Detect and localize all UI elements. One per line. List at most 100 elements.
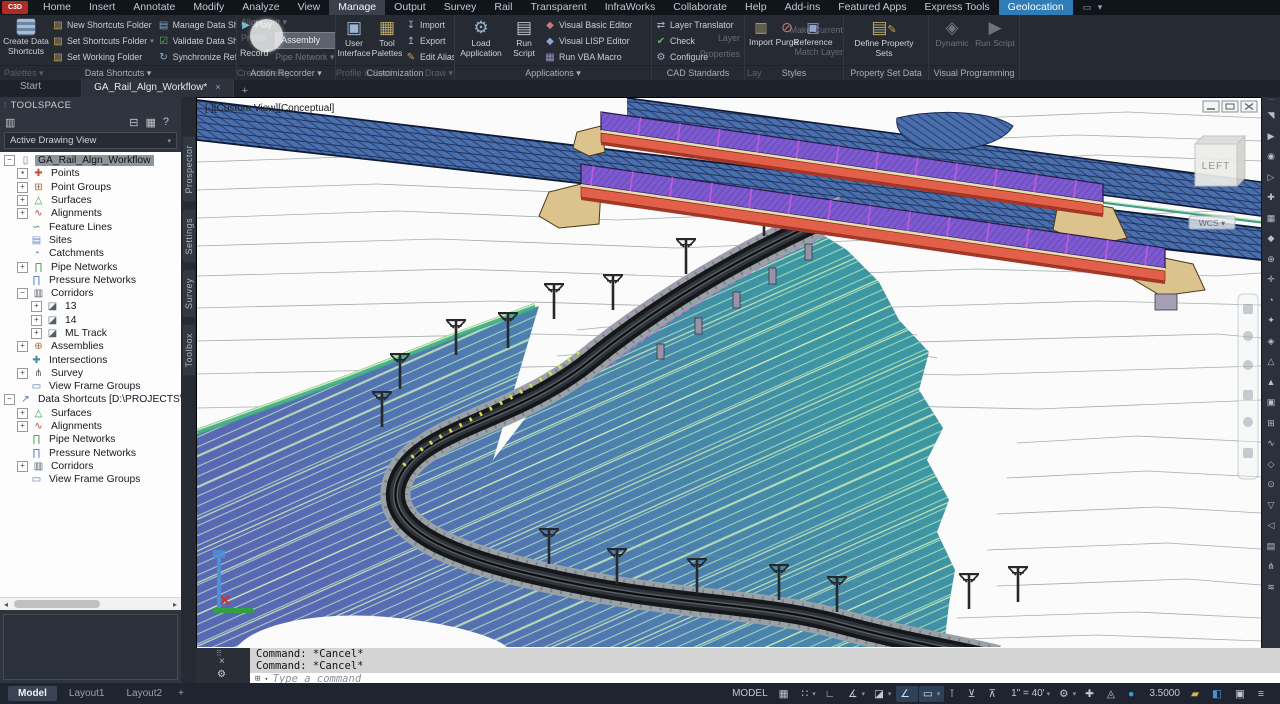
tree-expander[interactable] bbox=[17, 249, 26, 258]
ribbon-button[interactable]: ✔ Check bbox=[655, 33, 737, 49]
status-toggle[interactable]: ⊼ bbox=[984, 686, 1004, 702]
ribbon-tab[interactable]: Analyze bbox=[233, 0, 288, 16]
tree-item[interactable]: ◔ Catchments bbox=[0, 247, 181, 260]
ribbon-tab[interactable]: Geolocation bbox=[999, 0, 1073, 16]
navigation-bar[interactable] bbox=[1238, 294, 1258, 479]
status-toggle[interactable]: ▣ bbox=[1231, 686, 1253, 702]
scrollbar-thumb[interactable] bbox=[14, 600, 100, 608]
tree-item[interactable]: ∏ Pressure Networks bbox=[0, 274, 181, 287]
view-selector-dropdown[interactable]: Active Drawing View ▾ bbox=[4, 132, 177, 149]
transparent-command-icon[interactable]: ▽ bbox=[1268, 495, 1275, 516]
tree-item[interactable]: ∏ Pipe Networks bbox=[0, 433, 181, 446]
status-toggle[interactable]: 3.5000 bbox=[1143, 686, 1186, 701]
transparent-command-icon[interactable]: △ bbox=[1268, 351, 1275, 372]
toolspace-tab[interactable]: Prospector bbox=[183, 137, 195, 202]
status-toggle[interactable]: ◧ bbox=[1208, 686, 1230, 702]
tree-item[interactable]: + ⊕ Assemblies bbox=[0, 340, 181, 353]
tree-expander[interactable]: + bbox=[17, 182, 28, 193]
item-view-icon[interactable]: ⊟ bbox=[129, 116, 138, 129]
tree-expander[interactable]: + bbox=[31, 301, 42, 312]
tree-expander[interactable]: − bbox=[17, 288, 28, 299]
ribbon-button[interactable]: ◆ Visual LISP Editor bbox=[544, 33, 635, 49]
panorama-icon[interactable]: ▦ bbox=[145, 116, 155, 129]
status-toggle[interactable]: ◬ bbox=[1103, 686, 1123, 702]
transparent-command-icon[interactable]: ∿ bbox=[1267, 433, 1275, 454]
infocenter-icon[interactable]: ▭ ▾ bbox=[1083, 2, 1105, 13]
transparent-command-icon[interactable]: ◆ bbox=[1268, 228, 1275, 249]
transparent-command-icon[interactable]: ◉ bbox=[1267, 146, 1275, 167]
ribbon-button[interactable]: ⇄ Layer Translator bbox=[655, 17, 737, 33]
ribbon-tab[interactable]: Collaborate bbox=[664, 0, 736, 16]
transparent-command-icon[interactable]: ≋ bbox=[1267, 577, 1275, 598]
tree-item[interactable]: ▤ Sites bbox=[0, 234, 181, 247]
ribbon-button[interactable]: ▨ Set Shortcuts Folder ▾ bbox=[52, 33, 155, 49]
transparent-command-icon[interactable]: ▷ bbox=[1268, 167, 1275, 188]
vp-run-script-button[interactable]: ▶ Run Script bbox=[975, 17, 1015, 49]
ribbon-tab[interactable]: Rail bbox=[485, 0, 521, 16]
file-tab-drawing[interactable]: GA_Rail_Algn_Workflow* × bbox=[82, 78, 233, 97]
tree-expander[interactable] bbox=[17, 475, 26, 484]
tree-item[interactable]: + △ Surfaces bbox=[0, 194, 181, 207]
tree-expander[interactable]: + bbox=[17, 262, 28, 273]
tree-item[interactable]: + ◪ 14 bbox=[0, 314, 181, 327]
new-layout-button[interactable]: + bbox=[172, 688, 190, 699]
ribbon-button[interactable]: ✎ Edit Aliases ▾ bbox=[405, 49, 454, 65]
layout-tab[interactable]: Model bbox=[8, 686, 57, 701]
panel-label[interactable]: Visual Programming bbox=[929, 65, 1019, 80]
scroll-left-arrow-icon[interactable]: ◂ bbox=[0, 600, 12, 609]
ribbon-tab[interactable]: View bbox=[289, 0, 330, 16]
pipe-network-button[interactable]: Pipe Network ▾ bbox=[275, 49, 335, 65]
tree-item[interactable]: + ◪ ML Track bbox=[0, 327, 181, 340]
create-data-shortcuts-button[interactable]: Create Data Shortcuts bbox=[3, 17, 49, 57]
status-toggle[interactable]: ▭ ▾ bbox=[919, 686, 944, 702]
tree-expander[interactable]: + bbox=[31, 328, 42, 339]
tree-item[interactable]: + ⊞ Point Groups bbox=[0, 181, 181, 194]
tree-item[interactable]: ▭ View Frame Groups bbox=[0, 380, 181, 393]
tree-item[interactable]: + ⋔ Survey bbox=[0, 367, 181, 380]
record-button[interactable]: Record bbox=[240, 45, 272, 61]
user-interface-button[interactable]: ▣ User Interface bbox=[339, 17, 369, 59]
new-tab-button[interactable]: + bbox=[234, 85, 256, 97]
tree-expander[interactable] bbox=[17, 449, 26, 458]
dynamic-button[interactable]: ◈ Dynamic bbox=[932, 17, 972, 49]
panel-label[interactable]: Applications ▾ bbox=[455, 65, 651, 80]
drawing-viewport[interactable]: LEFT WCS ▾ bbox=[196, 97, 1261, 650]
viewport-minimize-button[interactable] bbox=[1203, 101, 1219, 112]
help-icon[interactable]: ? bbox=[163, 116, 169, 128]
ribbon-tab[interactable]: Transparent bbox=[521, 0, 595, 16]
transparent-command-icon[interactable]: ◇ bbox=[1268, 454, 1275, 475]
transparent-command-icon[interactable]: ◁ bbox=[1268, 515, 1275, 536]
tree-expander[interactable]: + bbox=[31, 315, 42, 326]
tree-item[interactable]: + ∿ Alignments bbox=[0, 207, 181, 220]
toolspace-tab[interactable]: Toolbox bbox=[183, 325, 195, 376]
ribbon-button[interactable]: ▨ New Shortcuts Folder bbox=[52, 17, 155, 33]
ribbon-tab[interactable]: Manage bbox=[329, 0, 385, 16]
status-toggle[interactable]: ∠ bbox=[896, 686, 917, 702]
transparent-command-icon[interactable]: ◥ bbox=[1268, 105, 1275, 126]
tree-expander[interactable]: − bbox=[4, 394, 15, 405]
ribbon-tab[interactable]: Featured Apps bbox=[829, 0, 915, 16]
chevron-down-icon[interactable]: ▾ bbox=[264, 675, 268, 683]
ribbon-tab[interactable]: Output bbox=[385, 0, 435, 16]
ribbon-button[interactable]: ↻ Synchronize References bbox=[158, 49, 236, 65]
transparent-command-icon[interactable]: ✦ bbox=[1267, 310, 1275, 331]
tree-item[interactable]: ▭ View Frame Groups bbox=[0, 473, 181, 486]
tree-expander[interactable]: − bbox=[4, 155, 15, 166]
transparent-command-icon[interactable]: ▣ bbox=[1267, 392, 1276, 413]
transparent-command-icon[interactable]: ✚ bbox=[1267, 187, 1275, 208]
status-toggle[interactable]: ∷ ▾ bbox=[798, 686, 820, 702]
transparent-command-icon[interactable]: ⊙ bbox=[1267, 474, 1275, 495]
command-close-icon[interactable]: × bbox=[219, 656, 225, 667]
file-tab-start[interactable]: Start bbox=[0, 78, 82, 97]
status-toggle[interactable]: ∟ bbox=[821, 686, 843, 702]
panel-label[interactable]: CAD Standards bbox=[652, 65, 744, 80]
transparent-command-icon[interactable]: ▲ bbox=[1267, 372, 1276, 393]
define-property-sets-button[interactable]: ▤✎ Define Property Sets bbox=[847, 17, 921, 59]
status-toggle[interactable]: ● bbox=[1124, 686, 1142, 702]
viewcube[interactable]: LEFT bbox=[1195, 136, 1245, 186]
tree-expander[interactable]: + bbox=[17, 208, 28, 219]
tree-expander[interactable]: + bbox=[17, 341, 28, 352]
ribbon-tab[interactable]: Home bbox=[34, 0, 80, 16]
tool-palettes-button[interactable]: ▦ Tool Palettes bbox=[372, 17, 402, 59]
tree-item[interactable]: ∽ Feature Lines bbox=[0, 220, 181, 233]
